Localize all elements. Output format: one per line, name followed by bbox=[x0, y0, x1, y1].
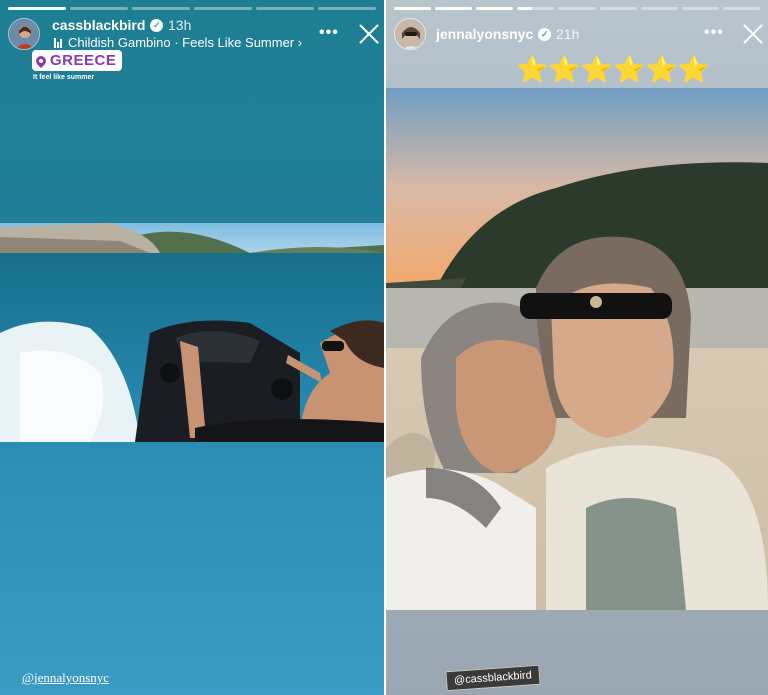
story-progress-bar bbox=[394, 7, 760, 10]
story-jennalyonsnyc[interactable]: jennalyonsnyc ✓ 21h ••• ⭐⭐⭐⭐⭐⭐ @cassblac… bbox=[386, 0, 768, 695]
story-progress-bar bbox=[8, 7, 376, 10]
avatar[interactable] bbox=[394, 18, 426, 50]
verified-badge-icon: ✓ bbox=[150, 18, 164, 32]
verified-badge-icon: ✓ bbox=[538, 27, 552, 41]
progress-segment bbox=[256, 7, 314, 10]
music-sticker[interactable]: Childish Gambino · Feels Like Summer › bbox=[54, 35, 302, 50]
music-label: Childish Gambino · Feels Like Summer › bbox=[68, 35, 303, 50]
caption-text: It feel like summer bbox=[33, 74, 95, 81]
username-row[interactable]: cassblackbird ✓ bbox=[52, 17, 164, 33]
progress-segment bbox=[517, 7, 555, 10]
username-row[interactable]: jennalyonsnyc ✓ bbox=[436, 26, 552, 42]
location-label: GREECE bbox=[50, 52, 117, 69]
progress-segment bbox=[558, 7, 596, 10]
username[interactable]: jennalyonsnyc bbox=[436, 26, 533, 42]
progress-segment bbox=[132, 7, 190, 10]
progress-segment bbox=[476, 7, 514, 10]
story-cassblackbird[interactable]: cassblackbird ✓ 13h Childish Gambino · F… bbox=[0, 0, 384, 695]
location-sticker[interactable]: GREECE bbox=[32, 50, 123, 71]
close-icon[interactable] bbox=[742, 23, 764, 45]
close-icon[interactable] bbox=[358, 23, 380, 45]
sunset-selfie-photo bbox=[386, 88, 768, 610]
progress-segment bbox=[722, 7, 760, 10]
progress-segment bbox=[194, 7, 252, 10]
stars-sticker: ⭐⭐⭐⭐⭐⭐ bbox=[516, 54, 711, 84]
avatar[interactable] bbox=[8, 18, 40, 50]
location-pin-icon bbox=[33, 53, 49, 68]
progress-segment bbox=[394, 7, 432, 10]
mention-tag[interactable]: @jennalyonsnyc bbox=[22, 670, 109, 686]
progress-segment bbox=[318, 7, 376, 10]
progress-segment bbox=[640, 7, 678, 10]
mention-tag[interactable]: @cassblackbird bbox=[445, 664, 541, 692]
progress-segment bbox=[70, 7, 128, 10]
progress-segment bbox=[435, 7, 473, 10]
username[interactable]: cassblackbird bbox=[52, 17, 145, 33]
progress-segment bbox=[681, 7, 719, 10]
more-options-icon[interactable]: ••• bbox=[704, 24, 724, 42]
jetski-photo bbox=[0, 223, 384, 442]
story-time: 21h bbox=[556, 26, 580, 42]
more-options-icon[interactable]: ••• bbox=[319, 24, 339, 42]
progress-segment bbox=[599, 7, 637, 10]
progress-segment bbox=[8, 7, 66, 10]
story-time: 13h bbox=[168, 17, 192, 33]
music-bars-icon bbox=[54, 37, 62, 48]
